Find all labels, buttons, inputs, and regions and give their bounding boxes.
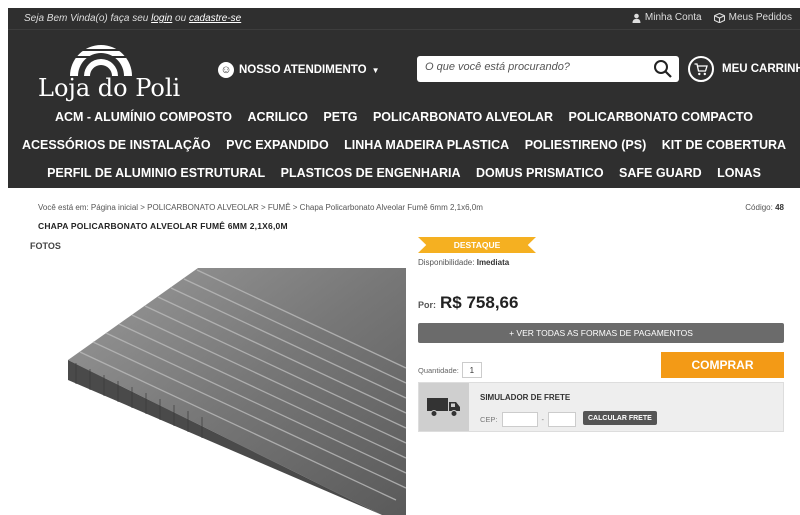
shipping-simulator: SIMULADOR DE FRETE CEP: - CALCULAR FRETE [418,382,784,432]
my-orders-link[interactable]: Meus Pedidos [713,12,792,23]
login-link[interactable]: login [151,13,172,24]
quantity-field: Quantidade: [418,362,482,378]
availability-value: Imediata [476,258,510,267]
product-code-label: Código: [745,203,773,212]
price-block: Por: R$ 758,66 [418,293,518,313]
customer-service-menu[interactable]: ☺ NOSSO ATENDIMENTO ▼ [218,62,380,78]
nav-item-lonas[interactable]: LONAS [717,166,761,180]
site-logo[interactable]: Loja do Poli [38,40,181,102]
truck-icon [427,398,460,417]
nav-item-policarbonato-alveolar[interactable]: POLICARBONATO ALVEOLAR [373,110,553,124]
availability: Disponibilidade: Imediata [418,258,509,267]
caret-down-icon: ▼ [371,65,380,75]
buy-button[interactable]: COMPRAR [661,352,784,378]
search-input[interactable] [425,61,635,73]
logo-arch-icon [70,45,132,76]
search-box [417,56,679,82]
nav-item-plasticos-engenharia[interactable]: PLASTICOS DE ENGENHARIA [281,166,461,180]
product-code-value: 48 [775,203,784,212]
shipping-title: SIMULADOR DE FRETE [480,393,571,402]
nav-item-perfil-aluminio[interactable]: PERFIL DE ALUMINIO ESTRUTURAL [47,166,265,180]
price-prefix: Por: [418,300,436,310]
my-account-label: Minha Conta [644,12,702,23]
search-icon[interactable] [653,59,673,79]
highlight-badge-label: DESTAQUE [453,240,501,250]
price-value: R$ 758,66 [440,293,519,312]
nav-item-policarbonato-compacto[interactable]: POLICARBONATO COMPACTO [569,110,754,124]
top-bar: Seja Bem Vinda(o) faça seu login ou cada… [8,8,800,30]
welcome-prefix: Seja Bem Vinda(o) faça seu [24,13,149,24]
account-links: Minha Conta Meus Pedidos [632,12,792,23]
welcome-or: ou [175,13,187,24]
my-orders-label: Meus Pedidos [728,12,792,23]
cart-label: MEU CARRINHO [722,63,800,75]
cep-input-suffix[interactable] [548,412,577,427]
payment-options-button[interactable]: + VER TODAS AS FORMAS DE PAGAMENTOS [418,323,784,343]
nav-item-acrilico[interactable]: ACRILICO [248,110,308,124]
cart-button[interactable]: MEU CARRINHO [688,56,800,82]
nav-item-poliestireno[interactable]: POLIESTIRENO (PS) [525,138,647,152]
product-code: Código: 48 [745,203,784,212]
signup-link[interactable]: cadastre-se [189,13,241,24]
category-nav-row-2: ACESSÓRIOS DE INSTALAÇÃO PVC EXPANDIDO L… [8,138,800,152]
photos-label: FOTOS [30,241,61,251]
quantity-label: Quantidade: [418,365,459,375]
cep-fields: CEP: - [480,412,577,427]
nav-item-acessorios[interactable]: ACESSÓRIOS DE INSTALAÇÃO [22,138,211,152]
logo-text: Loja do Poli [38,74,181,102]
welcome-message: Seja Bem Vinda(o) faça seu login ou cada… [24,13,241,24]
cart-icon [688,56,714,82]
product-title: CHAPA POLICARBONATO ALVEOLAR FUMÊ 6MM 2,… [38,221,288,231]
nav-item-safe-guard[interactable]: SAFE GUARD [619,166,702,180]
my-account-link[interactable]: Minha Conta [632,12,702,23]
site-header: Seja Bem Vinda(o) faça seu login ou cada… [8,8,800,188]
face-icon: ☺ [218,62,234,78]
nav-item-kit-cobertura[interactable]: KIT DE COBERTURA [662,138,786,152]
nav-item-acm[interactable]: ACM - ALUMÍNIO COMPOSTO [55,110,232,124]
nav-item-madeira-plastica[interactable]: LINHA MADEIRA PLASTICA [344,138,509,152]
category-nav-row-1: ACM - ALUMÍNIO COMPOSTO ACRILICO PETG PO… [8,110,800,124]
box-icon [713,12,725,23]
nav-item-pvc-expandido[interactable]: PVC EXPANDIDO [226,138,329,152]
quantity-input[interactable] [461,362,482,378]
product-photo[interactable] [60,262,407,515]
cep-label: CEP: [480,415,498,424]
category-nav-row-3: PERFIL DE ALUMINIO ESTRUTURAL PLASTICOS … [8,166,800,180]
availability-label: Disponibilidade: [418,258,475,267]
user-icon [632,13,641,23]
nav-item-domus[interactable]: DOMUS PRISMATICO [476,166,604,180]
cep-separator: - [541,415,545,424]
breadcrumb[interactable]: Você está em: Página inicial > POLICARBO… [38,203,483,212]
customer-service-label: NOSSO ATENDIMENTO [239,64,367,76]
cep-input-prefix[interactable] [501,412,538,427]
nav-item-petg[interactable]: PETG [323,110,357,124]
truck-icon-box [419,383,469,431]
highlight-badge: DESTAQUE [418,237,536,253]
calculate-shipping-button[interactable]: CALCULAR FRETE [583,411,657,425]
